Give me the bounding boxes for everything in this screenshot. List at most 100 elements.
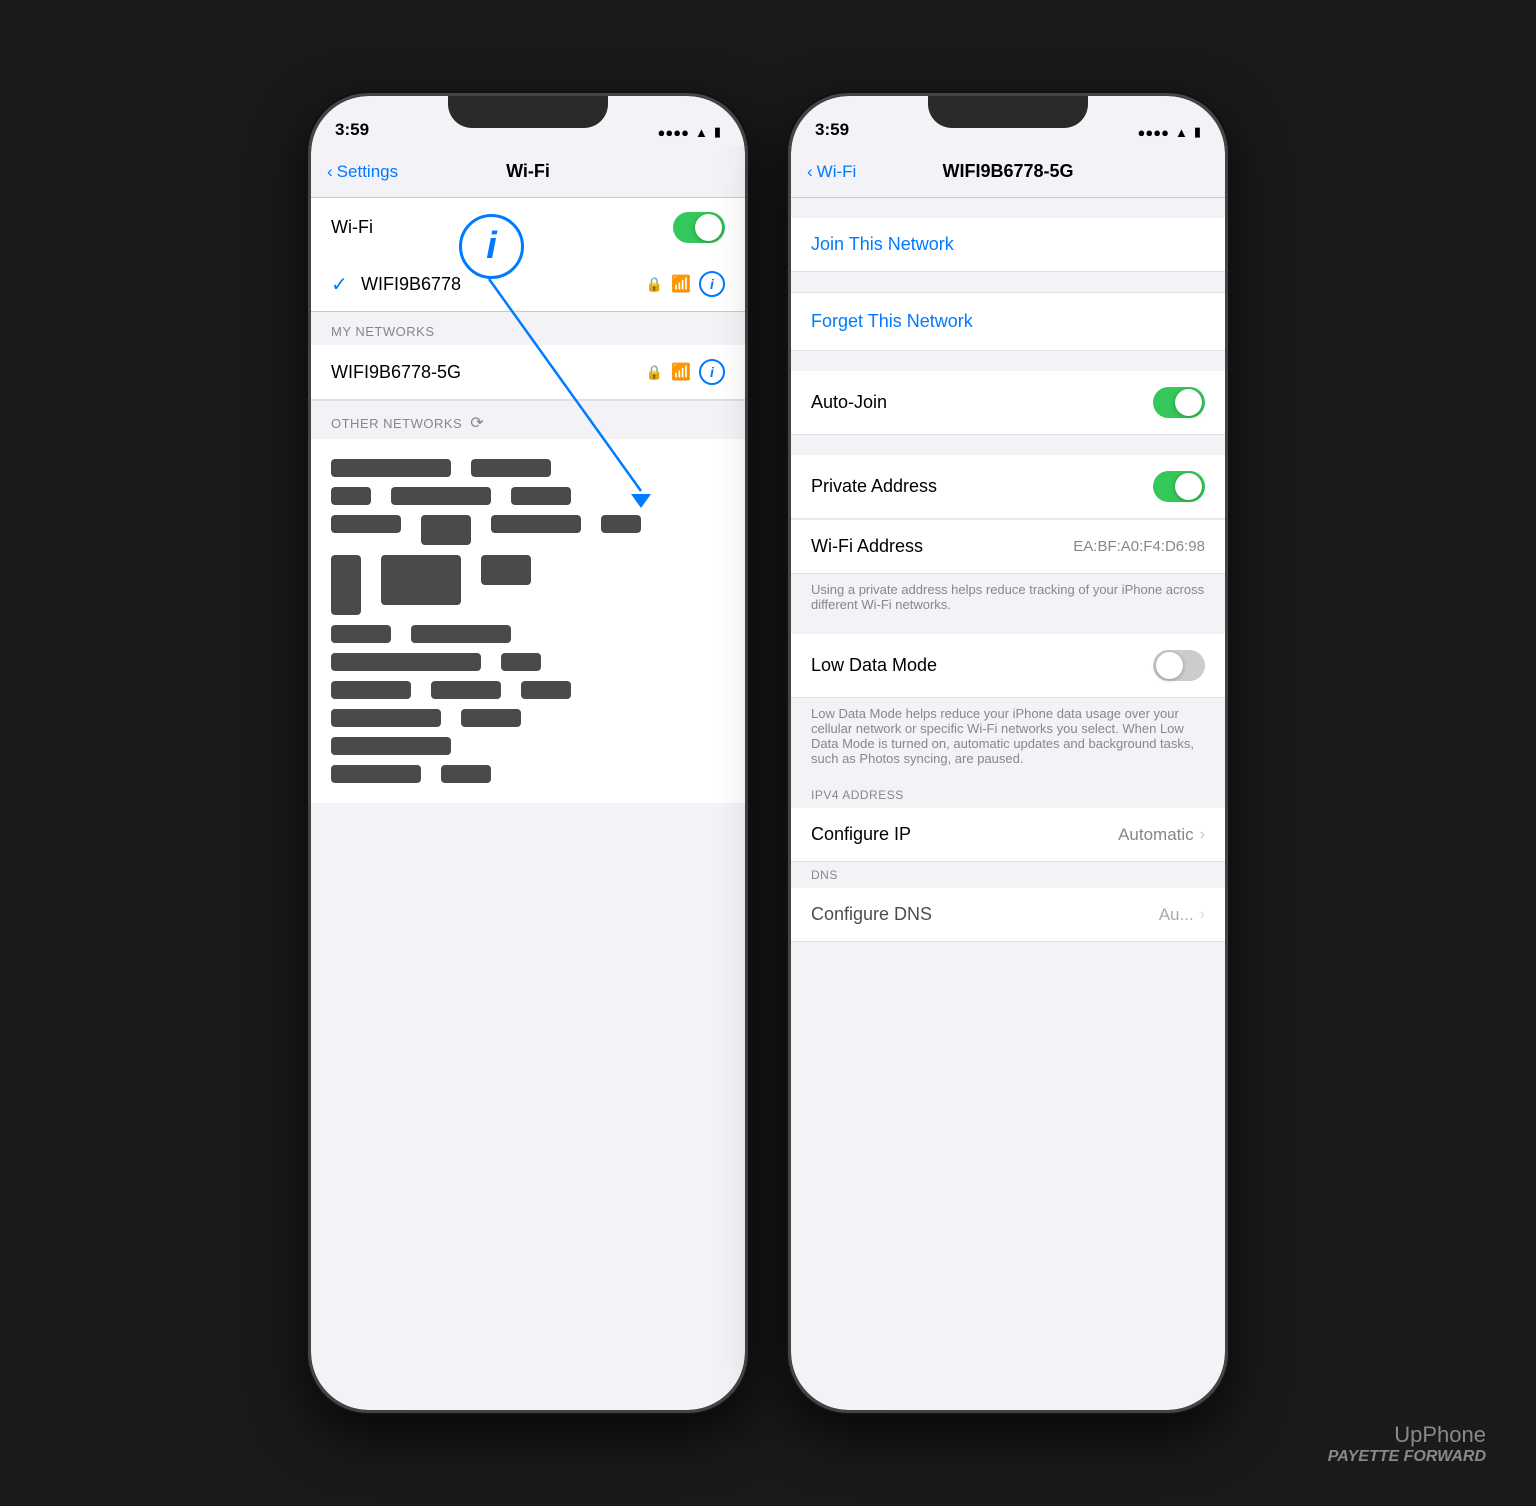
configure-dns-row[interactable]: Configure DNS Au... › [791,888,1225,941]
loading-spinner-icon: ⟳ [470,413,484,433]
auto-join-label: Auto-Join [811,392,887,413]
blur-block-9a [331,737,451,755]
configure-dns-label: Configure DNS [811,904,932,925]
connected-row-icons: 🔒 📶 i [646,271,725,297]
wifi-address-label: Wi-Fi Address [811,536,923,557]
blur-block-2c [511,487,571,505]
phone-left: 3:59 ●●●● ▲ ▮ ‹ Settings Wi-Fi [308,93,748,1413]
back-chevron-left: ‹ [327,162,333,182]
phone-right: 3:59 ●●●● ▲ ▮ ‹ Wi-Fi WIFI9B6778-5G [788,93,1228,1413]
join-network-text: Join This Network [811,234,954,254]
blurred-row-10 [331,765,725,783]
configure-dns-section: Configure DNS Au... › [791,888,1225,942]
blurred-row-8 [331,709,725,727]
other-networks-header: OTHER NETWORKS ⟳ [311,401,745,439]
nav-bar-right: ‹ Wi-Fi WIFI9B6778-5G [791,146,1225,198]
battery-icon-left: ▮ [714,124,721,140]
wifi-status-icon-right: ▲ [1175,125,1188,140]
configure-ip-row[interactable]: Configure IP Automatic › [791,808,1225,861]
auto-join-toggle[interactable] [1153,387,1205,418]
low-data-mode-toggle[interactable] [1153,650,1205,681]
info-button-my-network[interactable]: i [699,359,725,385]
wifi-address-row: Wi-Fi Address EA:BF:A0:F4:D6:98 [791,519,1225,573]
blur-block-8a [331,709,441,727]
screen-left: 3:59 ●●●● ▲ ▮ ‹ Settings Wi-Fi [311,96,745,1410]
blur-block-6b [501,653,541,671]
blurred-row-5 [331,625,725,643]
blur-block-7c [521,681,571,699]
battery-icon-right: ▮ [1194,124,1201,140]
low-data-note: Low Data Mode helps reduce your iPhone d… [791,698,1225,782]
join-network-section-wrapper: Join This Network [791,198,1225,272]
back-button-right[interactable]: ‹ Wi-Fi [807,162,856,182]
nav-bar-left: ‹ Settings Wi-Fi [311,146,745,198]
status-time-right: 3:59 [815,120,849,140]
blur-block-1a [331,459,451,477]
ipv4-header: IPV4 ADDRESS [791,782,1225,808]
info-button-connected[interactable]: i [699,271,725,297]
configure-ip-value-text: Automatic [1118,825,1194,845]
nav-title-left: Wi-Fi [506,161,550,182]
back-label-left: Settings [337,162,398,182]
blurred-row-1 [331,459,725,477]
configure-dns-value-text: Au... [1159,905,1194,925]
blur-block-3d [601,515,641,533]
back-label-right: Wi-Fi [817,162,857,182]
blurred-row-2 [331,487,725,505]
blur-block-6a [331,653,481,671]
connected-network-row[interactable]: ✓ WIFI9B6778 🔒 📶 i [311,257,745,311]
blur-block-10b [441,765,491,783]
check-mark-icon: ✓ [331,272,351,297]
blur-block-5a [331,625,391,643]
blurred-row-7 [331,681,725,699]
info-highlight-overlay: i [459,214,524,279]
private-address-toggle[interactable] [1153,471,1205,502]
signal-icon-left: ●●●● [658,125,689,140]
highlighted-info-icon: i [486,225,497,268]
blur-block-2b [391,487,491,505]
back-button-left[interactable]: ‹ Settings [327,162,398,182]
forget-network-text: Forget This Network [811,311,973,331]
my-networks-header: MY NETWORKS [311,312,745,345]
blurred-row-3 [331,515,725,545]
low-data-mode-section: Low Data Mode [791,634,1225,698]
watermark-payette: PAYETTE FORWARD [1328,1448,1486,1466]
blur-block-10a [331,765,421,783]
status-icons-right: ●●●● ▲ ▮ [1138,124,1201,140]
status-time-left: 3:59 [335,120,369,140]
nav-title-right: WIFI9B6778-5G [942,161,1073,182]
info-i-label-connected: i [710,276,714,292]
configure-ip-chevron: › [1200,826,1205,844]
lock-icon-my-network: 🔒 [646,364,663,381]
blurred-row-9 [331,737,725,755]
configure-ip-value: Automatic › [1118,825,1205,845]
spacer-4 [791,624,1225,634]
my-network-row-0[interactable]: WIFI9B6778-5G 🔒 📶 i [311,345,745,400]
blur-block-3c [491,515,581,533]
back-chevron-right: ‹ [807,162,813,182]
spacer-1 [791,272,1225,292]
signal-icon-right: ●●●● [1138,125,1169,140]
other-networks-label: OTHER NETWORKS [331,416,462,431]
blur-block-5b [411,625,511,643]
notch-left [448,96,608,128]
screen-content-left: Wi-Fi ✓ WIFI9B6778 🔒 📶 i [311,198,745,1410]
screen-right: 3:59 ●●●● ▲ ▮ ‹ Wi-Fi WIFI9B6778-5G [791,96,1225,1410]
forget-network-row[interactable]: Forget This Network [791,292,1225,351]
my-network-name-0: WIFI9B6778-5G [331,362,646,383]
wifi-toggle-row: Wi-Fi [311,198,745,257]
wifi-toggle-switch[interactable] [673,212,725,243]
spacer-3 [791,435,1225,455]
configure-dns-chevron: › [1200,906,1205,924]
wifi-label: Wi-Fi [331,217,373,238]
blur-block-4c [481,555,531,585]
low-data-mode-label: Low Data Mode [811,655,937,676]
blur-block-1b [471,459,551,477]
status-icons-left: ●●●● ▲ ▮ [658,124,721,140]
join-network-row[interactable]: Join This Network [791,218,1225,272]
low-data-mode-row: Low Data Mode [791,634,1225,697]
wifi-status-icon-left: ▲ [695,125,708,140]
blur-block-8b [461,709,521,727]
info-i-label-my-network: i [710,364,714,380]
blur-block-2a [331,487,371,505]
